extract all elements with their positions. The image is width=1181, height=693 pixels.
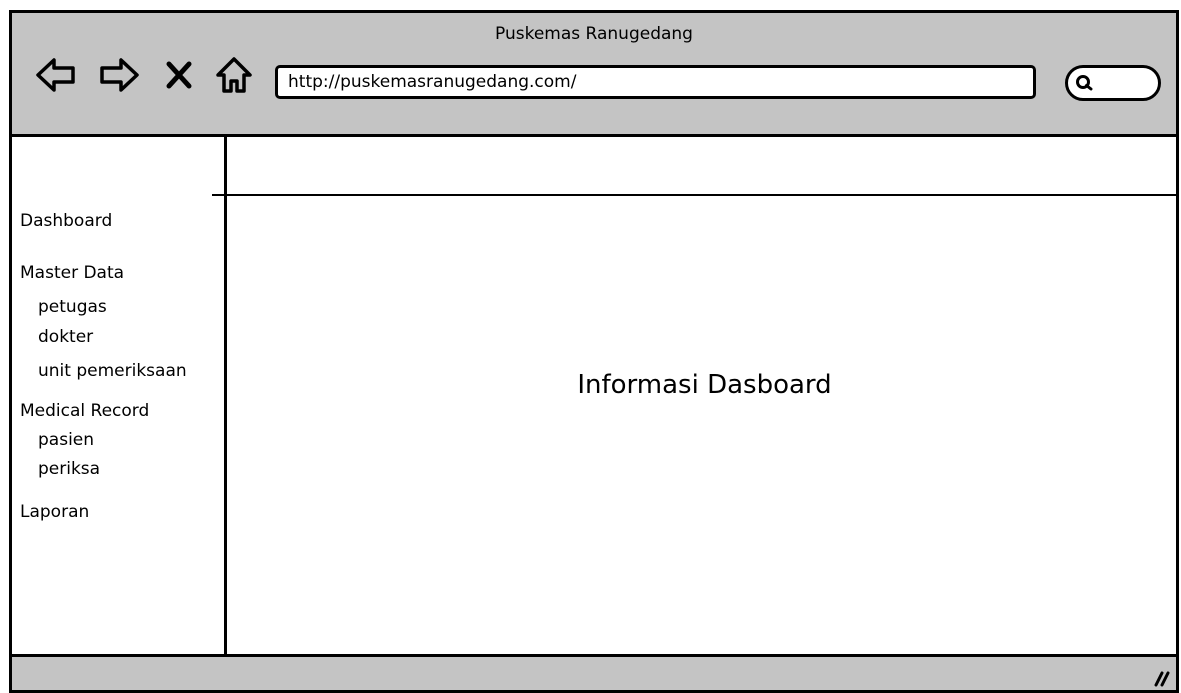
close-icon[interactable] bbox=[162, 53, 196, 97]
sidebar-item-laporan[interactable]: Laporan bbox=[20, 501, 89, 523]
content-header-divider bbox=[212, 194, 1176, 196]
sidebar-item-periksa[interactable]: periksa bbox=[38, 458, 100, 480]
address-bar[interactable]: http://puskemasranugedang.com/ bbox=[275, 65, 1036, 99]
sidebar-item-petugas[interactable]: petugas bbox=[38, 296, 107, 318]
browser-toolbar: Puskemas Ranugedang http://puskemasranug… bbox=[12, 13, 1176, 137]
sidebar-item-dashboard[interactable]: Dashboard bbox=[20, 210, 112, 232]
sidebar-item-pasien[interactable]: pasien bbox=[38, 429, 94, 451]
status-bar bbox=[12, 654, 1176, 690]
back-arrow-icon[interactable] bbox=[34, 53, 78, 97]
sidebar-item-dokter[interactable]: dokter bbox=[38, 326, 93, 348]
browser-window: Puskemas Ranugedang http://puskemasranug… bbox=[9, 10, 1179, 693]
sidebar-item-unit-pemeriksaan[interactable]: unit pemeriksaan bbox=[38, 360, 187, 382]
resize-handle-icon[interactable] bbox=[1148, 667, 1170, 689]
window-title: Puskemas Ranugedang bbox=[495, 24, 693, 44]
home-icon[interactable] bbox=[212, 53, 256, 97]
sidebar: Dashboard Master Data petugas dokter uni… bbox=[12, 137, 227, 654]
sidebar-item-master-data[interactable]: Master Data bbox=[20, 262, 124, 284]
search-input[interactable] bbox=[1065, 65, 1161, 101]
sidebar-item-medical-record[interactable]: Medical Record bbox=[20, 400, 149, 422]
forward-arrow-icon[interactable] bbox=[97, 53, 141, 97]
search-icon[interactable] bbox=[1074, 73, 1094, 93]
page-title: Informasi Dasboard bbox=[577, 370, 832, 400]
